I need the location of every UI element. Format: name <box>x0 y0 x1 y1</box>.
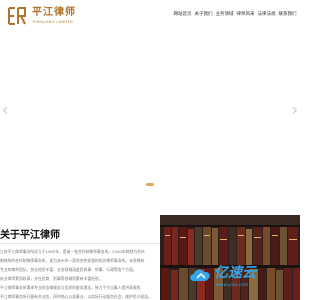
nav-item-laws[interactable]: 法律法规 <box>256 11 277 19</box>
about-paragraph-line: 江苏平江律师事务所成立于1985年，是省一批合作制律师事务所。2000年转制为合… <box>0 249 145 254</box>
about-paragraph-line: 制律所的合伙制律师事务所，现为苏州市一家综合性较强的知名律师事务所。本所拥有 <box>0 258 145 263</box>
about-paragraph-line: 平江律师事务所开展有关业务，同时热心公益事业，以实际行动服务社会，维护民众权益。 <box>0 294 152 299</box>
about-paragraph-line: 平江律师事务所秉承专业的法律服务与优质的服务理念，致力于为当事人提供高效的 <box>0 285 141 290</box>
watermark-text: 亿速云 <box>214 265 256 281</box>
carousel-prev-button[interactable]: ‹ <box>2 102 8 118</box>
carousel-next-button[interactable]: › <box>292 102 298 118</box>
about-title: 关于平江律师 <box>0 230 60 241</box>
carousel-indicator[interactable] <box>146 183 154 186</box>
watermark-cloud-icon <box>190 269 210 281</box>
nav-item-about[interactable]: 关于我们 <box>193 11 214 19</box>
nav-item-contact[interactable]: 联系我们 <box>277 11 298 19</box>
logo-title[interactable]: 平江律师 <box>32 8 76 18</box>
banner-carousel <box>0 32 300 187</box>
main-nav: 网站首页 关于我们 业务领域 律师风采 法律法规 联系我们 <box>172 11 298 19</box>
nav-item-lawyers[interactable]: 律师风采 <box>235 11 256 19</box>
logo-icon[interactable] <box>6 5 28 27</box>
site-header: 平江律师 PINGJIANG LAWYER 网站首页 关于我们 业务领域 律师风… <box>0 0 300 32</box>
about-paragraph-line: 专业的律师团队，执业经验丰富，业务领域涵盖民商事、刑事、行政等各个方面， <box>0 267 137 272</box>
watermark-subtext: www.yisu.com <box>216 283 249 288</box>
nav-item-home[interactable]: 网站首页 <box>172 11 193 19</box>
about-paragraph-line: 执业律师素质较高，并在民商、刑事等领域积累有丰富经验。 <box>0 276 103 281</box>
about-divider <box>0 243 162 244</box>
nav-item-practice-areas[interactable]: 业务领域 <box>214 11 235 19</box>
logo-subtitle: PINGJIANG LAWYER <box>33 20 74 24</box>
